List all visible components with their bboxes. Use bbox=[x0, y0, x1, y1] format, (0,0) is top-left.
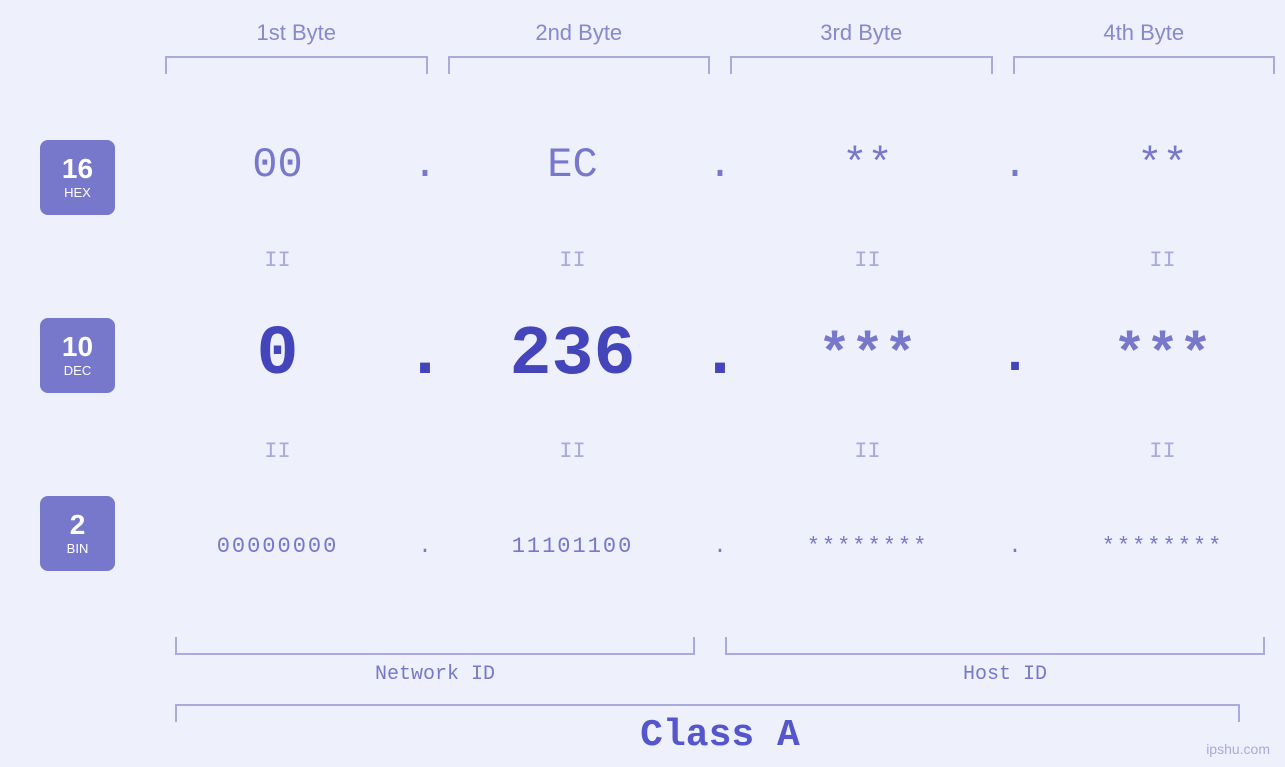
host-id-label: Host ID bbox=[725, 663, 1285, 686]
equals-row-2: II II II II bbox=[155, 436, 1285, 466]
bin-dot-3: . bbox=[990, 534, 1040, 559]
eq1-4: II bbox=[1040, 248, 1285, 273]
byte-header-2: 2nd Byte bbox=[438, 20, 721, 46]
hex-value-2: EC bbox=[547, 141, 597, 189]
bracket-1 bbox=[165, 56, 428, 74]
dec-badge-number: 10 bbox=[62, 333, 93, 361]
dec-value-3: *** bbox=[818, 324, 917, 387]
hex-badge: 16 HEX bbox=[40, 140, 115, 215]
dec-value-1: 0 bbox=[256, 316, 298, 395]
eq2-2: II bbox=[450, 439, 695, 464]
bin-row: 00000000 . 11101100 . ******** . bbox=[155, 466, 1285, 627]
bin-value-4: ******** bbox=[1102, 534, 1224, 559]
bin-badge-number: 2 bbox=[70, 511, 86, 539]
eq1-1: II bbox=[155, 248, 400, 273]
hex-badge-label: HEX bbox=[64, 185, 91, 200]
bin-cell-4: ******** bbox=[1040, 534, 1285, 559]
byte-header-1: 1st Byte bbox=[155, 20, 438, 46]
bracket-4 bbox=[1013, 56, 1276, 74]
eq2-3: II bbox=[745, 439, 990, 464]
bin-badge: 2 BIN bbox=[40, 496, 115, 571]
rows-container: 00 . EC . ** . ** bbox=[155, 79, 1285, 632]
hex-row: 00 . EC . ** . ** bbox=[155, 84, 1285, 245]
content-area: 16 HEX 10 DEC 2 BIN 00 . bbox=[0, 79, 1285, 632]
dec-badge-label: DEC bbox=[64, 363, 91, 378]
bin-cell-2: 11101100 bbox=[450, 534, 695, 559]
hex-value-1: 00 bbox=[252, 141, 302, 189]
hex-dot-2: . bbox=[695, 141, 745, 189]
bin-cell-3: ******** bbox=[745, 534, 990, 559]
bin-value-2: 11101100 bbox=[512, 534, 634, 559]
byte-header-4: 4th Byte bbox=[1003, 20, 1285, 46]
hex-value-3: ** bbox=[842, 141, 892, 189]
class-label: Class A bbox=[155, 714, 1285, 757]
network-id-label: Network ID bbox=[155, 663, 715, 686]
byte-header-3: 3rd Byte bbox=[720, 20, 1003, 46]
dec-dot-3: . bbox=[990, 324, 1040, 387]
dec-row: 0 . 236 . *** . *** bbox=[155, 275, 1285, 436]
eq1-3: II bbox=[745, 248, 990, 273]
equals-row-1: II II II II bbox=[155, 245, 1285, 275]
hex-cell-2: EC bbox=[450, 141, 695, 189]
hex-dot-3: . bbox=[990, 141, 1040, 189]
badges-column: 16 HEX 10 DEC 2 BIN bbox=[0, 79, 155, 632]
hex-badge-number: 16 bbox=[62, 155, 93, 183]
dec-dot-2: . bbox=[695, 316, 745, 395]
hex-dot-1: . bbox=[400, 141, 450, 189]
dec-dot-1: . bbox=[400, 316, 450, 395]
dec-value-4: *** bbox=[1113, 324, 1212, 387]
bin-dot-2: . bbox=[695, 534, 745, 559]
dec-badge: 10 DEC bbox=[40, 318, 115, 393]
bin-badge-label: BIN bbox=[67, 541, 89, 556]
dec-cell-3: *** bbox=[745, 324, 990, 387]
hex-cell-4: ** bbox=[1040, 141, 1285, 189]
bin-value-1: 00000000 bbox=[217, 534, 339, 559]
eq1-2: II bbox=[450, 248, 695, 273]
bin-cell-1: 00000000 bbox=[155, 534, 400, 559]
bracket-3 bbox=[730, 56, 993, 74]
hex-cell-3: ** bbox=[745, 141, 990, 189]
bin-value-3: ******** bbox=[807, 534, 929, 559]
eq2-1: II bbox=[155, 439, 400, 464]
bottom-area: Network ID Host ID bbox=[0, 637, 1285, 686]
dec-cell-1: 0 bbox=[155, 316, 400, 395]
labels-row: Network ID Host ID bbox=[155, 663, 1285, 686]
bracket-2 bbox=[448, 56, 711, 74]
dec-cell-2: 236 bbox=[450, 316, 695, 395]
dec-value-2: 236 bbox=[509, 316, 635, 395]
dec-cell-4: *** bbox=[1040, 324, 1285, 387]
main-container: 1st Byte 2nd Byte 3rd Byte 4th Byte 16 H… bbox=[0, 0, 1285, 767]
hex-value-4: ** bbox=[1137, 141, 1187, 189]
bracket-row bbox=[0, 56, 1285, 74]
bottom-brackets bbox=[155, 637, 1285, 655]
eq2-4: II bbox=[1040, 439, 1285, 464]
byte-headers: 1st Byte 2nd Byte 3rd Byte 4th Byte bbox=[0, 0, 1285, 46]
class-area: Class A bbox=[0, 704, 1285, 757]
hex-cell-1: 00 bbox=[155, 141, 400, 189]
bin-dot-1: . bbox=[400, 534, 450, 559]
watermark: ipshu.com bbox=[1206, 741, 1270, 757]
